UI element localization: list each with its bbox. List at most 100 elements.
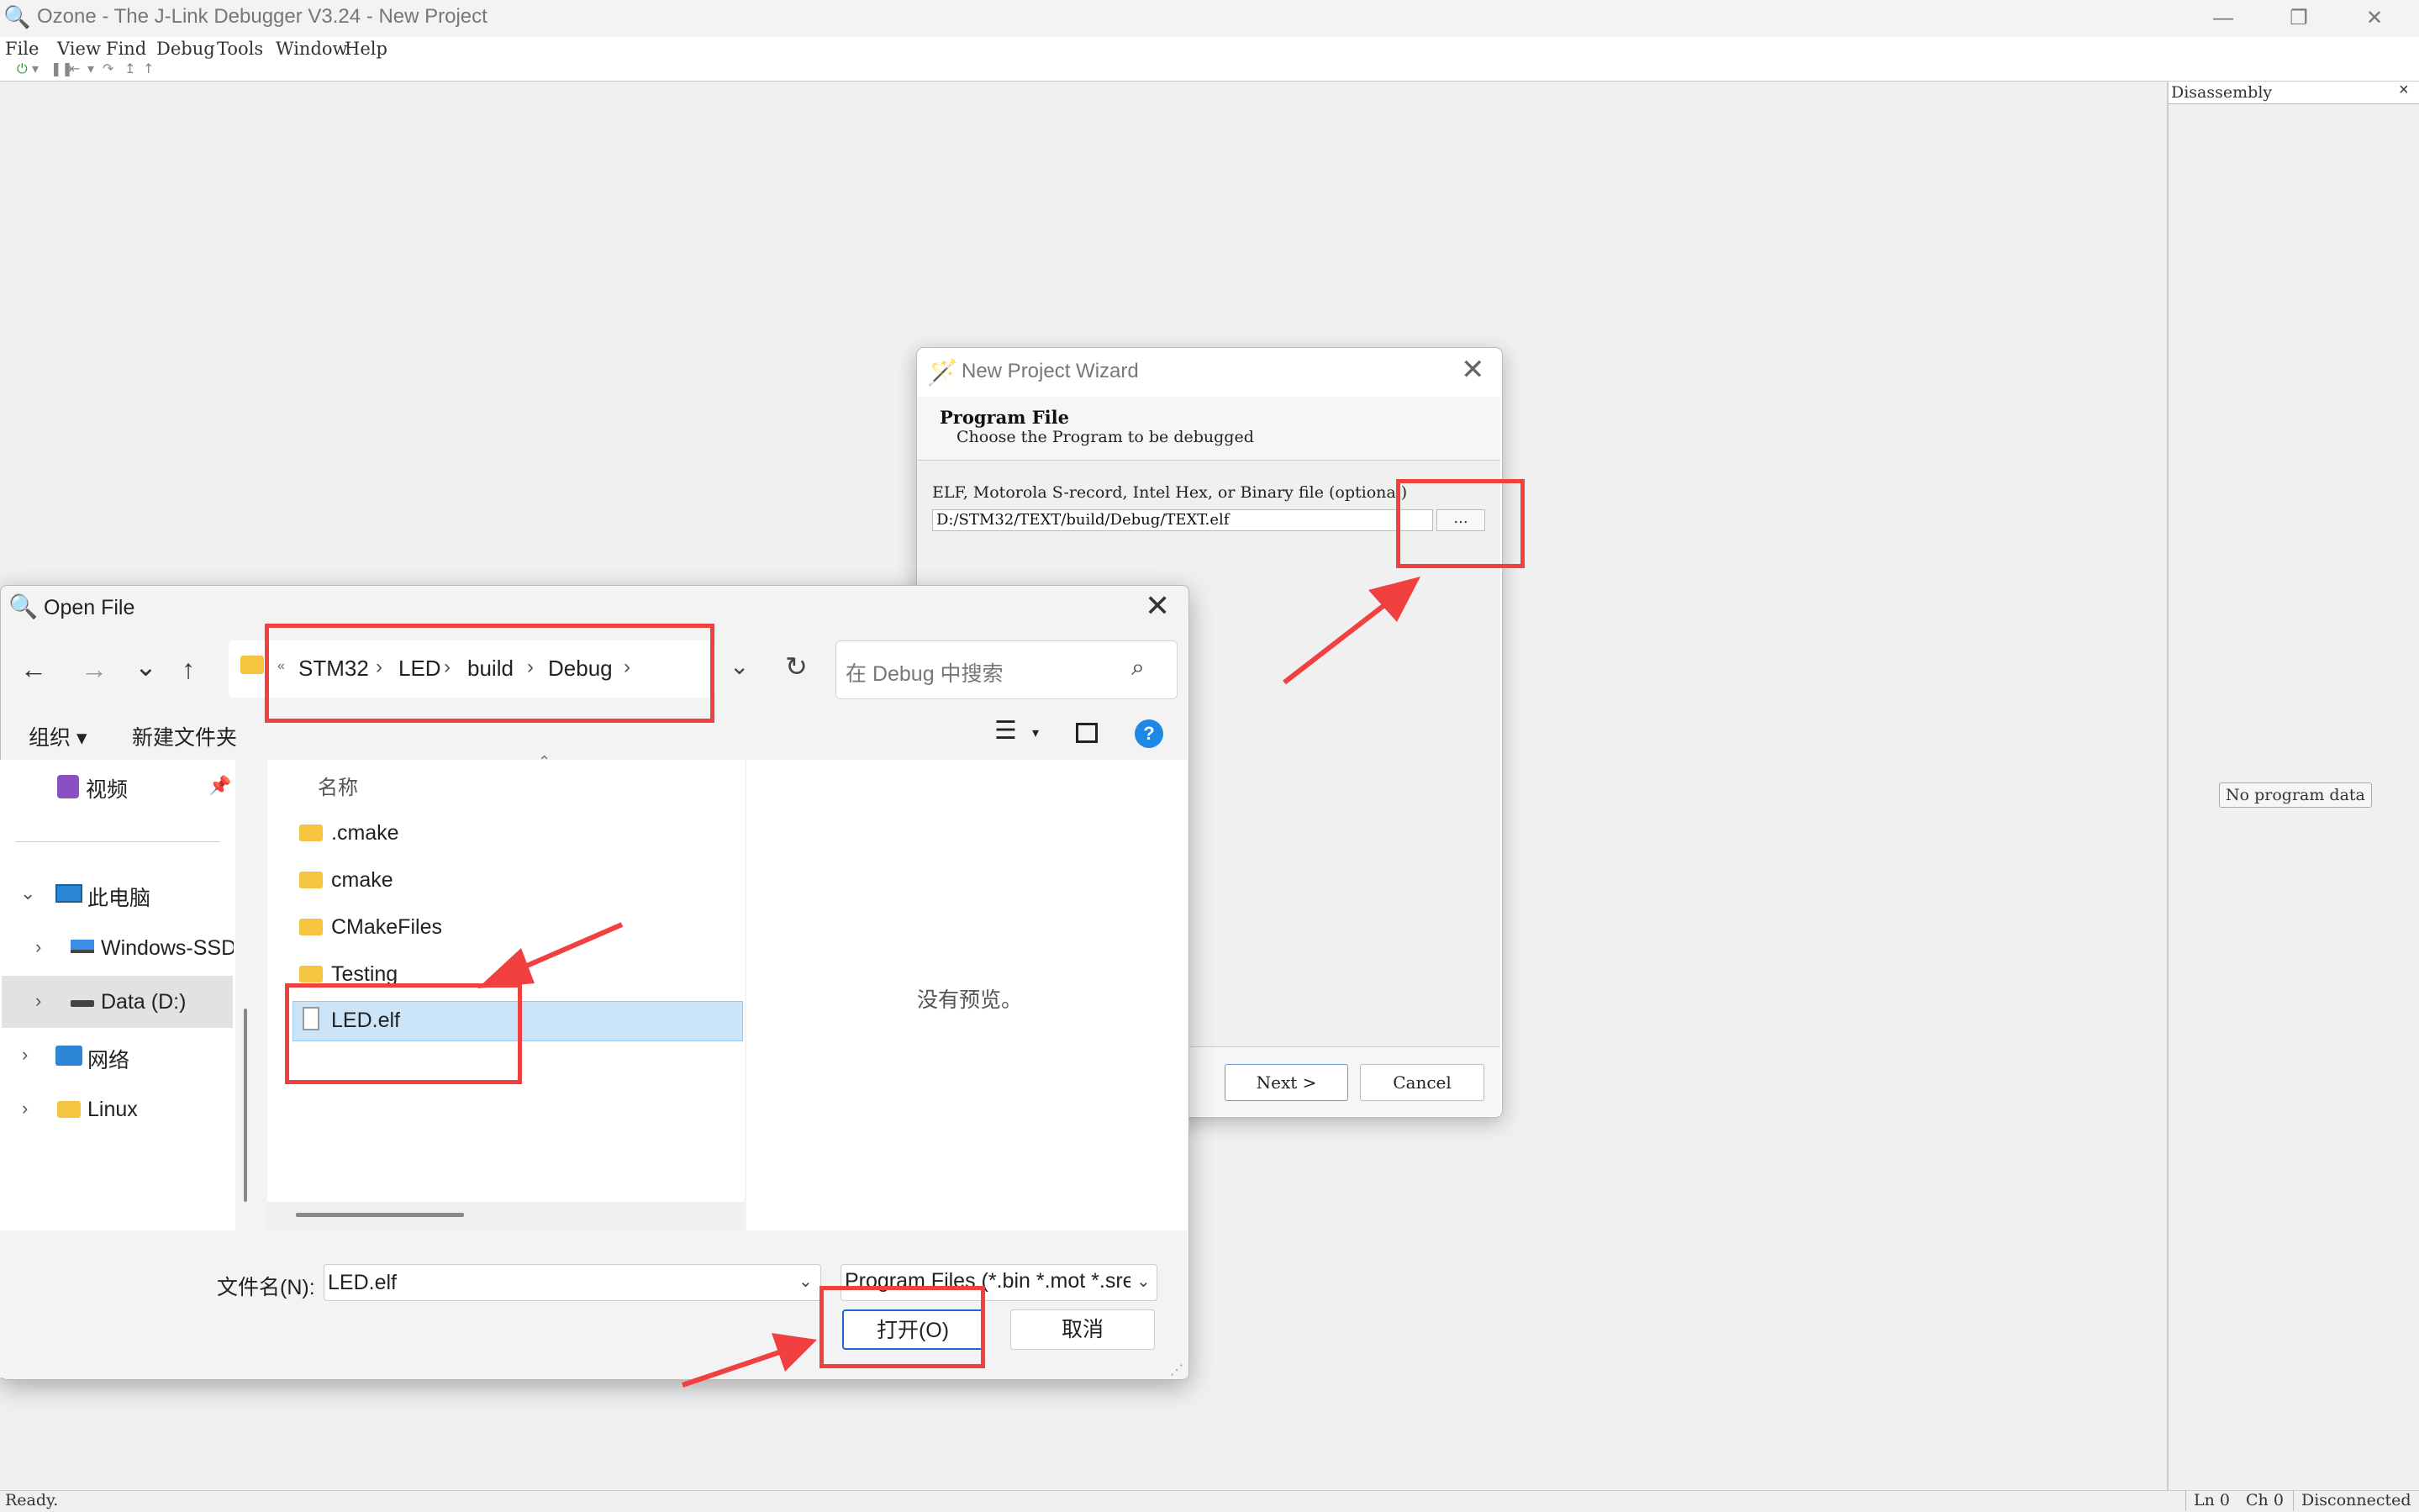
filetype-dropdown-icon[interactable]: ⌄: [1136, 1271, 1151, 1292]
status-divider: [2185, 1490, 2186, 1511]
video-icon: [57, 775, 79, 798]
annotation-box-breadcrumb: [265, 624, 714, 723]
menu-help[interactable]: Help: [345, 39, 387, 59]
cancel-button[interactable]: 取消: [1010, 1309, 1155, 1350]
recent-locations-icon[interactable]: ⌄: [134, 651, 157, 682]
menu-file[interactable]: File: [5, 39, 39, 59]
menu-view[interactable]: View: [57, 39, 101, 59]
program-file-label: ELF, Motorola S-record, Intel Hex, or Bi…: [932, 483, 1408, 502]
wizard-subheading: Choose the Program to be debugged: [957, 428, 1254, 446]
collapsed-chevron-icon[interactable]: ›: [35, 936, 41, 958]
wizard-cancel-button[interactable]: Cancel: [1360, 1064, 1484, 1101]
magnifier-icon: 🔍: [8, 593, 38, 620]
up-arrow-icon[interactable]: ↑: [182, 654, 195, 685]
expanded-chevron-icon[interactable]: ⌄: [20, 882, 35, 904]
power-icon[interactable]: ⏻: [17, 61, 28, 77]
drive-icon: [71, 940, 94, 953]
menu-tools[interactable]: Tools: [217, 39, 263, 59]
folder-icon: [299, 872, 323, 888]
search-icon[interactable]: ⌕: [1131, 654, 1145, 682]
status-connection: Disconnected: [2301, 1491, 2411, 1509]
toolbar: [0, 61, 2419, 82]
filename-label: 文件名(N):: [217, 1276, 315, 1299]
nav-item-windows-ssd[interactable]: Windows-SSD: [101, 936, 234, 961]
program-file-input[interactable]: D:/STM32/TEXT/build/Debug/TEXT.elf: [932, 509, 1433, 531]
status-line: Ln 0: [2194, 1491, 2230, 1509]
no-preview-label: 没有预览。: [917, 988, 1023, 1012]
menu-window[interactable]: Window: [276, 39, 348, 59]
no-program-data-label: No program data: [2219, 782, 2372, 808]
wizard-heading: Program File: [940, 407, 1069, 428]
filename-dropdown-icon[interactable]: ⌄: [798, 1271, 813, 1292]
status-text: Ready.: [5, 1491, 59, 1509]
menu-debug[interactable]: Debug: [156, 39, 215, 59]
nav-divider: [15, 841, 220, 842]
filename-input-box[interactable]: [324, 1264, 821, 1301]
next-button[interactable]: Next >: [1225, 1064, 1348, 1101]
folder-icon: [299, 824, 323, 841]
reset-icon[interactable]: ⇤: [69, 61, 80, 76]
disassembly-title: Disassembly: [2171, 83, 2273, 102]
folder-icon: [299, 919, 323, 935]
power-dropdown-icon[interactable]: ▾: [32, 61, 39, 76]
drive-icon: [71, 1000, 94, 1007]
dialog-title: Open File: [44, 596, 135, 619]
new-folder-button[interactable]: 新建文件夹: [132, 721, 237, 751]
step-over-icon[interactable]: ↷: [103, 61, 113, 76]
status-divider: [2293, 1490, 2294, 1511]
collapsed-chevron-icon[interactable]: ›: [22, 1098, 28, 1120]
step-out-icon[interactable]: ↑: [143, 61, 154, 76]
disassembly-close-icon[interactable]: ×: [2399, 81, 2409, 100]
wizard-close-icon[interactable]: ✕: [1461, 353, 1485, 387]
nav-item-linux[interactable]: Linux: [87, 1098, 138, 1122]
close-button[interactable]: ✕: [2337, 2, 2412, 35]
nav-scrollbar[interactable]: [244, 1009, 247, 1202]
view-dropdown-icon[interactable]: ▾: [1032, 724, 1039, 741]
network-icon: [55, 1046, 82, 1066]
annotation-box-file: [285, 983, 522, 1084]
organize-button[interactable]: 组织 ▾: [29, 721, 87, 751]
folder-icon: [299, 966, 323, 983]
column-header-name[interactable]: 名称: [318, 771, 358, 800]
wand-icon: 🪄: [927, 358, 959, 387]
address-dropdown-icon[interactable]: ⌄: [730, 652, 749, 680]
file-row-cmakefiles[interactable]: CMakeFiles: [331, 915, 442, 940]
dialog-bottom-bar: [0, 1230, 1188, 1378]
maximize-button[interactable]: ❐: [2261, 2, 2337, 35]
step-into-icon[interactable]: ↥: [124, 61, 135, 76]
ozone-app-icon: 🔍: [3, 5, 31, 30]
nav-item-videos[interactable]: 视频: [86, 773, 128, 803]
window-title: Ozone - The J-Link Debugger V3.24 - New …: [37, 5, 487, 28]
minimize-button[interactable]: —: [2185, 2, 2261, 35]
folder-icon: [57, 1101, 81, 1118]
back-arrow-icon[interactable]: ←: [20, 654, 47, 685]
resize-grip-icon[interactable]: ⋰: [1170, 1362, 1183, 1378]
nav-item-this-pc[interactable]: 此电脑: [87, 882, 150, 912]
forward-arrow-icon[interactable]: →: [81, 654, 108, 685]
help-icon[interactable]: ?: [1135, 719, 1163, 748]
collapsed-chevron-icon[interactable]: ›: [22, 1044, 28, 1066]
refresh-icon[interactable]: ↻: [785, 651, 808, 682]
dialog-close-icon[interactable]: ✕: [1145, 588, 1170, 624]
filename-input[interactable]: LED.elf: [328, 1271, 397, 1295]
search-input[interactable]: 在 Debug 中搜索: [846, 657, 1004, 688]
annotation-box-open: [820, 1286, 985, 1368]
status-column: Ch 0: [2246, 1491, 2284, 1509]
collapsed-chevron-icon[interactable]: ›: [35, 990, 41, 1012]
annotation-box-browse: [1396, 479, 1525, 568]
this-pc-icon: [55, 884, 82, 903]
preview-pane-icon[interactable]: [1076, 723, 1098, 743]
reset-dropdown-icon[interactable]: ▾: [87, 61, 94, 76]
nav-item-network[interactable]: 网络: [87, 1044, 129, 1074]
file-row-cmake[interactable]: cmake: [331, 868, 393, 893]
sort-ascending-icon: ⌃: [538, 753, 551, 770]
wizard-title: New Project Wizard: [962, 360, 1139, 382]
status-bar: [0, 1490, 2419, 1512]
folder-icon: [240, 656, 264, 674]
nav-item-data-d[interactable]: Data (D:): [101, 990, 186, 1014]
menu-find[interactable]: Find: [106, 39, 146, 59]
horizontal-scrollbar[interactable]: [296, 1213, 464, 1217]
pin-icon[interactable]: 📌: [208, 775, 231, 797]
view-options-icon[interactable]: ☰: [994, 716, 1017, 745]
file-row-dot-cmake[interactable]: .cmake: [331, 821, 399, 846]
